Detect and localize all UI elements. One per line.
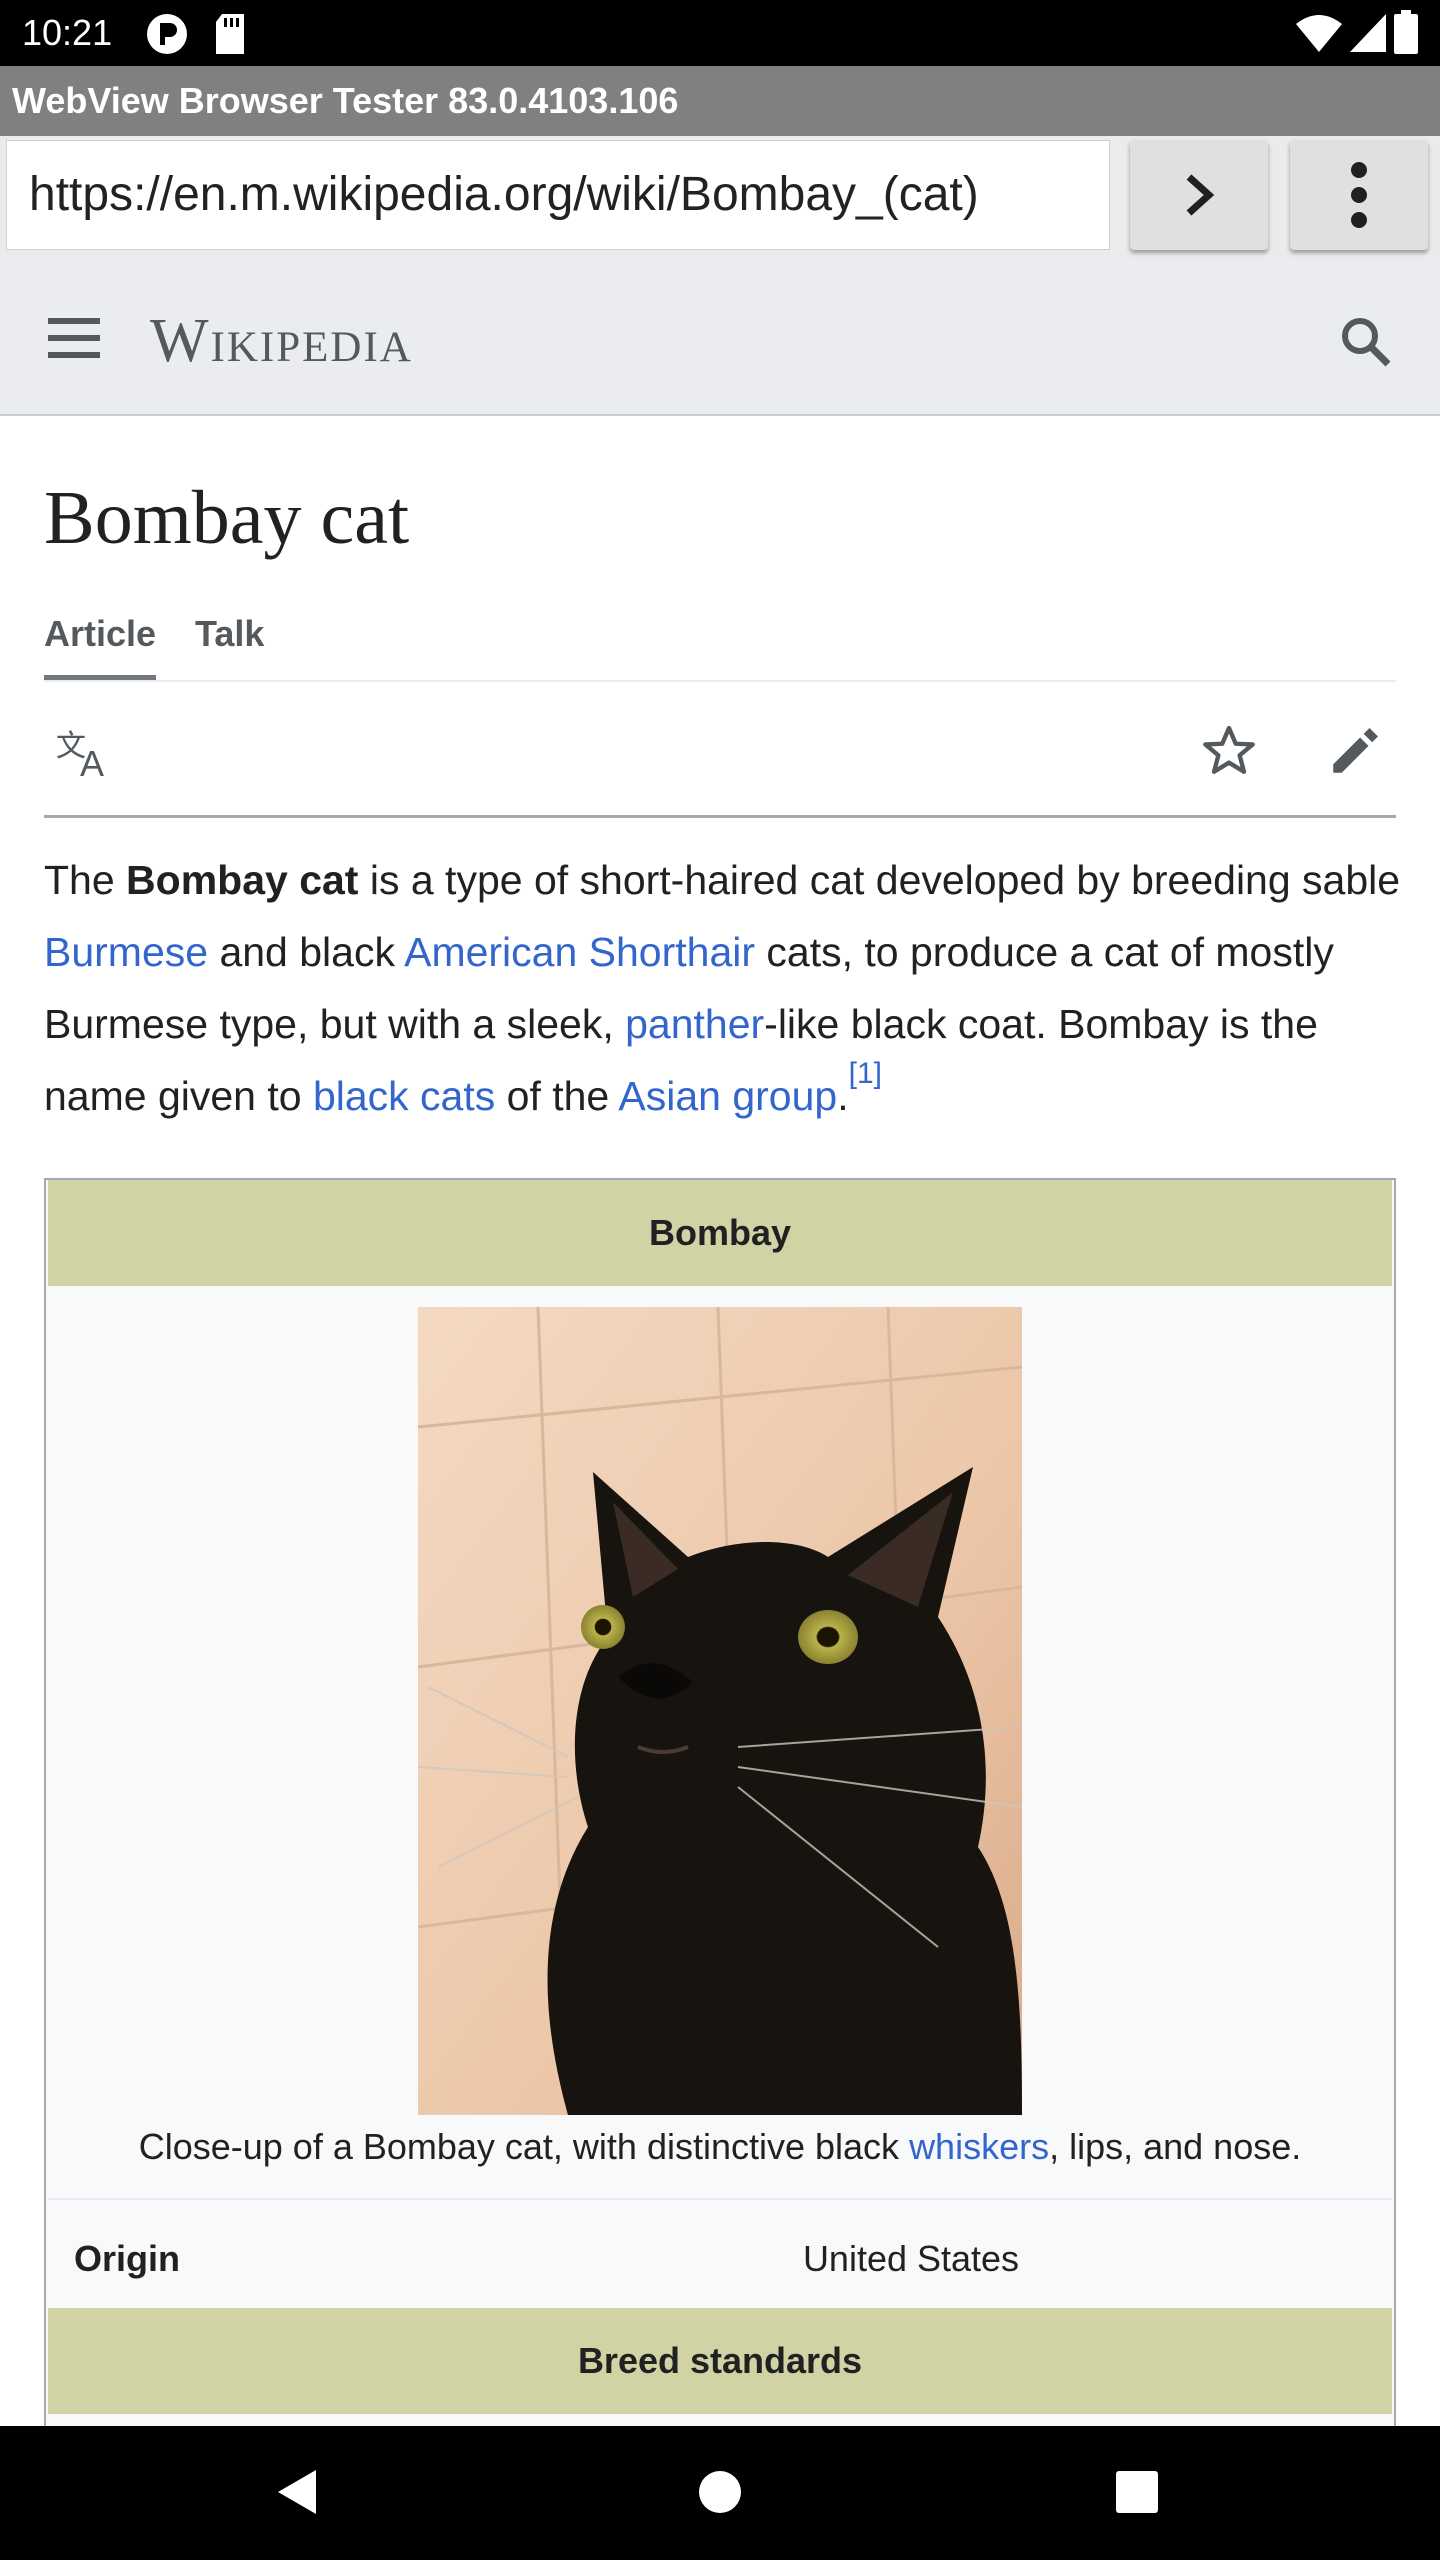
wikipedia-header: Wikipedia — [0, 260, 1440, 416]
link-american-shorthair[interactable]: American Shorthair — [404, 929, 755, 975]
more-menu-button[interactable] — [1290, 140, 1428, 250]
link-burmese[interactable]: Burmese — [44, 929, 208, 975]
link-whiskers[interactable]: whiskers — [909, 2126, 1049, 2167]
lead-text: . — [837, 1073, 849, 1119]
infobox: Bombay Close-up of a Bombay cat, with di… — [44, 1178, 1396, 2428]
reference-1[interactable]: [1] — [849, 1057, 882, 1090]
recents-icon[interactable] — [1116, 2471, 1158, 2513]
wikipedia-wordmark[interactable]: Wikipedia — [150, 306, 413, 376]
go-button[interactable] — [1130, 140, 1268, 250]
battery-icon — [1394, 10, 1418, 54]
hamburger-menu-icon[interactable] — [48, 316, 100, 360]
link-panther[interactable]: panther — [625, 1001, 764, 1047]
lead-text: is a type of short-haired cat developed … — [358, 857, 1401, 903]
tab-talk[interactable]: Talk — [195, 606, 264, 662]
sd-card-icon — [216, 14, 244, 54]
more-vertical-icon — [1351, 162, 1367, 228]
page-title: Bombay cat — [44, 476, 410, 560]
home-icon[interactable] — [698, 2470, 742, 2514]
wifi-icon — [1296, 15, 1342, 52]
edit-pencil-icon[interactable] — [1326, 722, 1384, 780]
bombay-cat-image — [418, 1307, 1022, 2115]
lead-text: The — [44, 857, 127, 903]
language-icon[interactable]: 文 A — [56, 726, 116, 778]
app-title-bar: WebView Browser Tester 83.0.4103.106 — [0, 66, 1440, 136]
actions-divider — [44, 815, 1396, 818]
lead-paragraph: The Bombay cat is a type of short-haired… — [44, 844, 1404, 1132]
url-input[interactable]: https://en.m.wikipedia.org/wiki/Bombay_(… — [6, 140, 1110, 250]
android-nav-bar — [0, 2426, 1440, 2560]
svg-text:A: A — [80, 743, 104, 778]
chevron-right-icon — [1186, 174, 1215, 216]
star-icon[interactable] — [1200, 722, 1258, 780]
infobox-title: Bombay — [48, 1180, 1392, 1286]
url-toolbar: https://en.m.wikipedia.org/wiki/Bombay_(… — [0, 136, 1440, 260]
status-bar: 10:21 — [0, 0, 1440, 66]
search-icon[interactable] — [1340, 316, 1392, 368]
status-time: 10:21 — [22, 12, 113, 53]
caption-text: , lips, and nose. — [1049, 2126, 1302, 2167]
tab-article[interactable]: Article — [44, 606, 156, 662]
active-tab-indicator — [44, 675, 156, 680]
cat-photo[interactable] — [418, 1307, 1022, 2115]
signal-icon — [1350, 14, 1386, 52]
lead-text: of the — [495, 1073, 619, 1119]
breed-standards-header: Breed standards — [48, 2308, 1392, 2414]
tabs-divider — [44, 680, 1396, 682]
p-circle-icon — [147, 14, 187, 54]
origin-value: United States — [802, 2238, 1020, 2279]
infobox-caption: Close-up of a Bombay cat, with distincti… — [46, 2116, 1394, 2178]
origin-label: Origin — [74, 2238, 180, 2279]
back-icon[interactable] — [276, 2468, 318, 2516]
link-black-cats[interactable]: black cats — [313, 1073, 495, 1119]
link-asian-group[interactable]: Asian group — [618, 1073, 837, 1119]
infobox-row-divider — [48, 2198, 1392, 2200]
lead-text: and black — [208, 929, 405, 975]
lead-bold-term: Bombay cat — [126, 857, 359, 903]
app-title: WebView Browser Tester 83.0.4103.106 — [12, 80, 679, 121]
caption-text: Close-up of a Bombay cat, with distincti… — [138, 2126, 910, 2167]
